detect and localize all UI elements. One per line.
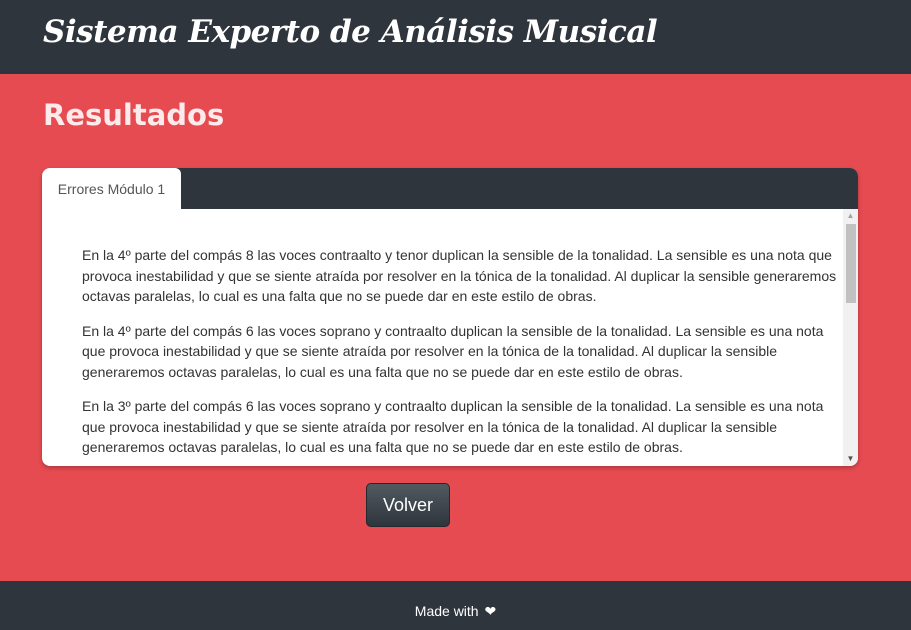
error-message: En la 4º parte del compás 6 las voces so… [82, 322, 824, 380]
heart-icon: ❤ [484, 603, 497, 619]
page-title: Resultados [43, 98, 225, 132]
navbar: Sistema Experto de Análisis Musical [0, 0, 911, 74]
footer: Made with ❤ [0, 581, 911, 630]
app-title[interactable]: Sistema Experto de Análisis Musical [43, 14, 658, 50]
error-message: En la 4º parte del compás 8 las voces co… [82, 247, 837, 304]
back-button[interactable]: Volver [366, 483, 450, 527]
footer-credit: Made with ❤ [0, 603, 911, 620]
tab-errores-modulo-1[interactable]: Errores Módulo 1 [42, 168, 181, 209]
scrollbar-thumb[interactable] [846, 224, 856, 303]
error-list: En la 4º parte del compás 8 las voces co… [82, 245, 842, 466]
footer-text: Made with [414, 603, 479, 619]
error-message: En la 3º parte del compás 6 las voces so… [82, 398, 824, 455]
content-scrollbar[interactable]: ▲ ▼ [843, 209, 858, 466]
tab-content: En la 4º parte del compás 8 las voces co… [42, 209, 858, 466]
scroll-up-arrow-icon[interactable]: ▲ [843, 209, 858, 223]
results-panel: Errores Módulo 1 En la 4º parte del comp… [42, 168, 858, 466]
tab-bar: Errores Módulo 1 [42, 168, 858, 209]
scroll-down-arrow-icon[interactable]: ▼ [843, 452, 858, 466]
